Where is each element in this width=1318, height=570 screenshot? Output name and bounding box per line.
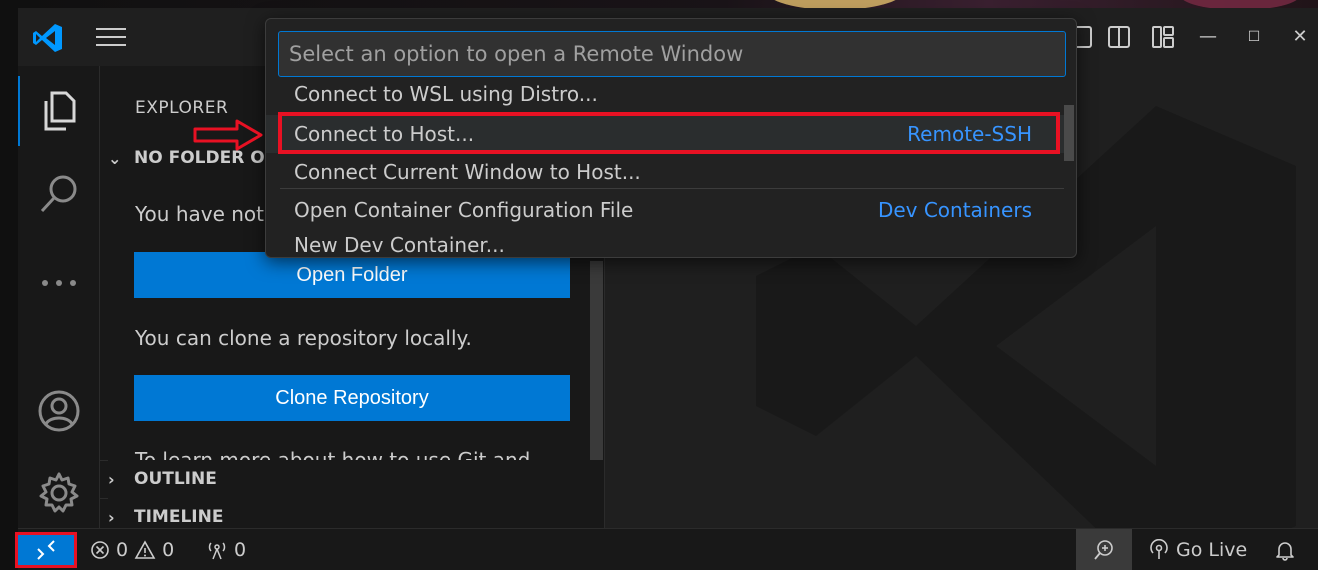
- quick-pick-item-label: Open Container Configuration File: [294, 198, 634, 222]
- accounts-icon: [38, 390, 80, 432]
- section-timeline[interactable]: › TIMELINE: [108, 498, 604, 528]
- section-outline[interactable]: › OUTLINE: [108, 460, 604, 498]
- error-count: 0: [116, 539, 129, 561]
- chevron-down-icon: ⌄: [108, 148, 122, 168]
- ports-radio-tower-icon: [208, 542, 226, 560]
- quick-pick-input[interactable]: [278, 31, 1066, 77]
- search-icon: [40, 175, 77, 213]
- activity-more[interactable]: [18, 248, 100, 318]
- sidebar-scrollbar[interactable]: [590, 261, 603, 461]
- remote-indicator-icon: [37, 540, 55, 560]
- quick-pick-item-detail: Dev Containers: [877, 198, 1032, 222]
- zoom-button[interactable]: [1076, 529, 1132, 570]
- clone-repository-button[interactable]: Clone Repository: [134, 375, 570, 421]
- maximize-button[interactable]: ☐: [1234, 22, 1274, 52]
- annotation-arrow-icon: [193, 119, 263, 151]
- zoom-in-icon: [1094, 540, 1113, 560]
- activity-explorer[interactable]: [18, 76, 100, 146]
- customize-layout-icon[interactable]: [1150, 24, 1176, 50]
- activity-bar: [18, 66, 100, 528]
- separator: [280, 188, 1064, 189]
- quick-pick-item-label: New Dev Container...: [294, 233, 505, 257]
- close-button[interactable]: ✕: [1280, 22, 1318, 52]
- status-bar: 0 0 0 Go Live: [15, 528, 1318, 570]
- quick-pick-item-connect-to-host[interactable]: Connect to Host... Remote-SSH: [266, 115, 1064, 153]
- ports-count: 0: [234, 539, 247, 561]
- more-icon: [42, 280, 76, 286]
- quick-pick-scrollbar[interactable]: [1064, 105, 1074, 161]
- error-icon: [91, 541, 109, 559]
- remote-quick-pick: Connect to WSL using Distro... Connect t…: [265, 18, 1077, 258]
- minimize-button[interactable]: —: [1188, 22, 1228, 52]
- quick-pick-item-label: Connect Current Window to Host...: [294, 160, 641, 184]
- quick-pick-item[interactable]: Connect Current Window to Host...: [266, 153, 1064, 191]
- section-timeline-label: TIMELINE: [134, 507, 224, 527]
- quick-pick-item-label: Connect to WSL using Distro...: [294, 82, 598, 106]
- notifications-bell-icon: [1276, 542, 1294, 561]
- go-live-label: Go Live: [1176, 539, 1248, 561]
- hamburger-menu-icon[interactable]: [96, 28, 126, 48]
- warning-count: 0: [162, 539, 175, 561]
- broadcast-icon: [1150, 539, 1168, 559]
- activity-manage[interactable]: [18, 458, 100, 528]
- quick-pick-item[interactable]: New Dev Container...: [266, 228, 1064, 257]
- quick-pick-list: Connect to WSL using Distro... Connect t…: [266, 81, 1076, 257]
- chevron-right-icon: ›: [108, 507, 115, 527]
- problems-status[interactable]: 0 0: [90, 529, 174, 570]
- sidebar-title: EXPLORER: [135, 98, 229, 118]
- quick-pick-item-detail: Remote-SSH: [907, 122, 1032, 146]
- quick-pick-item[interactable]: Open Container Configuration File Dev Co…: [266, 191, 1064, 229]
- vscode-logo-icon: [33, 24, 62, 52]
- toggle-secondary-sidebar-icon[interactable]: [1106, 24, 1132, 50]
- manage-gear-icon: [39, 472, 79, 513]
- open-folder-button[interactable]: Open Folder: [134, 252, 570, 298]
- remote-indicator-button[interactable]: [15, 532, 77, 568]
- quick-pick-item-label: Connect to Host...: [294, 122, 475, 146]
- activity-accounts[interactable]: [18, 376, 100, 446]
- activity-search[interactable]: [18, 158, 100, 228]
- section-outline-label: OUTLINE: [134, 469, 217, 489]
- ports-status[interactable]: 0: [206, 529, 246, 570]
- go-live-button[interactable]: Go Live: [1148, 529, 1247, 570]
- screen: — ☐ ✕ EXPLORER ⌄ NO FOLDER OPENED You ha…: [0, 0, 1318, 570]
- quick-pick-item[interactable]: Connect to WSL using Distro...: [266, 81, 1064, 109]
- chevron-right-icon: ›: [108, 469, 115, 489]
- warning-icon: [134, 540, 156, 559]
- clone-text: You can clone a repository locally.: [135, 326, 472, 350]
- explorer-icon: [44, 91, 76, 131]
- notifications-button[interactable]: [1274, 529, 1296, 570]
